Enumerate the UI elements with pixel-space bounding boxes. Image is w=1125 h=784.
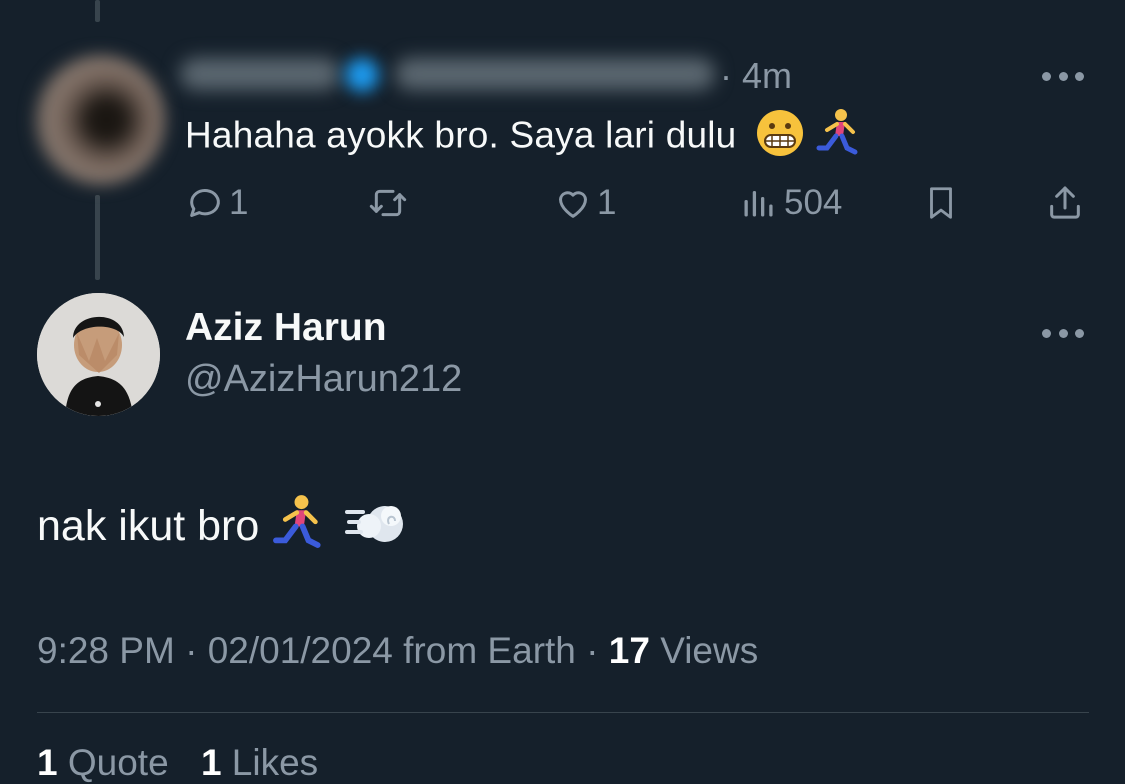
reply-author-handle-redacted — [395, 58, 715, 90]
meta-separator: · — [185, 630, 208, 671]
tweet-views-count[interactable]: 17 — [609, 630, 650, 671]
reply-count: 1 — [229, 183, 249, 222]
thread-line-bottom — [95, 195, 100, 280]
likes-count[interactable]: 1 — [201, 742, 222, 783]
heart-icon — [559, 191, 587, 218]
bookmark-icon — [930, 187, 952, 219]
reply-text: Hahaha ayokk bro. Saya lari dulu — [185, 108, 861, 167]
grimacing-face-icon — [755, 108, 805, 167]
reply-more-icon[interactable] — [1042, 70, 1084, 82]
reply-timestamp[interactable]: · 4m — [720, 55, 792, 97]
verified-badge-icon — [345, 58, 379, 92]
quotes-label[interactable]: Quote — [68, 742, 169, 783]
engagement-stats: 1 Quote 1 Likes — [37, 742, 318, 784]
author-handle[interactable]: @AzizHarun212 — [185, 358, 462, 401]
tweet-date[interactable]: 02/01/2024 — [208, 630, 393, 671]
like-action[interactable]: 1 — [553, 183, 616, 223]
analytics-icon — [744, 191, 773, 217]
reply-author-name-redacted — [180, 58, 340, 90]
tweet-time[interactable]: 9:28 PM — [37, 630, 175, 671]
dashing-away-icon — [345, 494, 407, 563]
retweet-icon — [369, 189, 407, 217]
thread-line-top — [95, 0, 100, 22]
likes-label[interactable]: Likes — [232, 742, 318, 783]
comment-icon — [190, 189, 220, 217]
divider — [37, 712, 1089, 713]
tweet-meta: 9:28 PM · 02/01/2024 from Earth · 17 Vie… — [37, 630, 758, 672]
tweet-text: nak ikut bro — [37, 494, 407, 563]
meta-separator: · — [586, 630, 609, 671]
tweet-text-content: nak ikut bro — [37, 501, 260, 550]
like-count: 1 — [597, 183, 617, 222]
person-running-icon — [815, 108, 861, 167]
tweet-source: from Earth — [403, 630, 576, 671]
reply-text-content: Hahaha ayokk bro. Saya lari dulu — [185, 114, 737, 156]
author-display-name[interactable]: Aziz Harun — [185, 306, 387, 350]
quotes-count[interactable]: 1 — [37, 742, 58, 783]
view-count: 504 — [784, 183, 843, 222]
views-action[interactable]: 504 — [740, 183, 842, 223]
retweet-action[interactable] — [366, 183, 410, 223]
tweet-views-label[interactable]: Views — [660, 630, 758, 671]
reply-action[interactable]: 1 — [185, 183, 248, 223]
tweet-more-icon[interactable] — [1042, 327, 1084, 339]
share-action[interactable] — [1045, 183, 1085, 223]
author-avatar[interactable] — [37, 293, 160, 416]
person-running-icon — [271, 494, 325, 563]
share-icon — [1050, 186, 1080, 219]
bookmark-action[interactable] — [922, 183, 960, 223]
reply-avatar[interactable] — [35, 55, 165, 185]
